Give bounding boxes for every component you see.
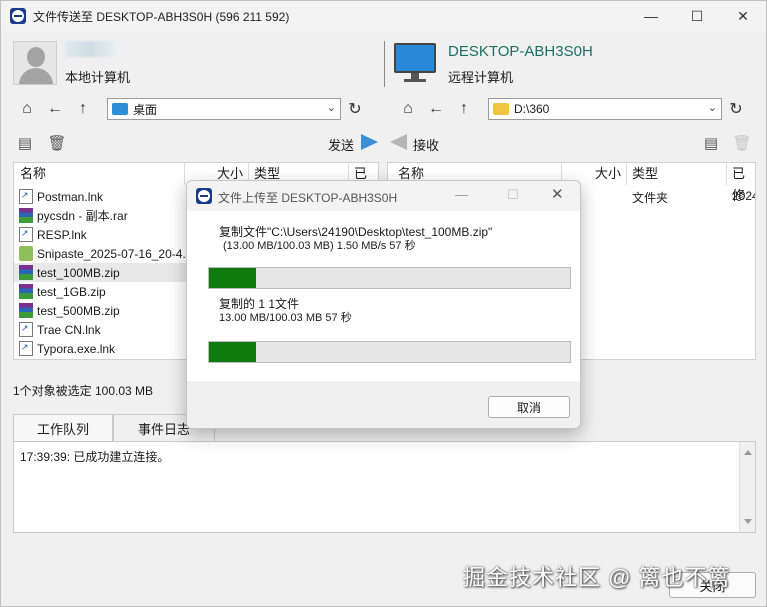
event-log-panel: 17:39:39: 已成功建立连接。: [13, 441, 756, 533]
send-label[interactable]: 发送: [328, 135, 354, 154]
remote-back-icon[interactable]: ←: [422, 97, 450, 121]
remote-path-select[interactable]: D:\360 ⌄: [488, 98, 722, 120]
title-bar: 文件传送至 DESKTOP-ABH3S0H (596 211 592) — ☐ …: [1, 1, 766, 31]
image-file-icon: [19, 246, 33, 261]
chevron-down-icon: ⌄: [707, 102, 717, 114]
tab-work-queue[interactable]: 工作队列: [13, 414, 113, 442]
local-path-text: 桌面: [133, 102, 158, 117]
remote-row-date: 2024: [732, 189, 755, 203]
current-file-stats: (13.00 MB/100.03 MB) 1.50 MB/s 57 秒: [223, 240, 416, 252]
remote-col-type[interactable]: 类型: [632, 163, 658, 185]
remote-home-icon[interactable]: ⌂: [394, 97, 422, 121]
minimize-icon[interactable]: —: [628, 1, 674, 31]
local-name-redacted: [65, 41, 115, 57]
watermark: 掘金技术社区 @ 篱也不篱: [463, 565, 731, 590]
computers-header: 本地计算机 DESKTOP-ABH3S0H 远程计算机: [1, 31, 766, 91]
upload-progress-dialog: 文件上传至 DESKTOP-ABH3S0H — ☐ ✕ 复制文件"C:\User…: [186, 180, 581, 429]
cancel-button[interactable]: 取消: [488, 396, 570, 418]
teamviewer-icon: [196, 188, 212, 204]
remote-col-date[interactable]: 已修: [732, 163, 755, 203]
local-nav-bar: ⌂ ← ↑ 桌面 ⌄ ↻: [13, 95, 369, 123]
local-path-select[interactable]: 桌面 ⌄: [107, 98, 341, 120]
remote-up-icon[interactable]: ↑: [450, 97, 478, 121]
remote-col-size[interactable]: 大小: [595, 163, 621, 185]
rar-archive-icon: [19, 208, 33, 223]
file-progress-bar: [208, 267, 571, 289]
close-icon[interactable]: ✕: [551, 185, 564, 203]
folder-icon: [493, 103, 509, 115]
remote-row-type: 文件夹: [632, 191, 669, 205]
zip-archive-icon: [19, 303, 33, 318]
minimize-icon[interactable]: —: [455, 187, 468, 202]
log-line: 17:39:39: 已成功建立连接。: [20, 450, 170, 464]
maximize-icon: ☐: [507, 187, 519, 202]
zip-archive-icon: [19, 265, 33, 280]
local-user-avatar-icon: [13, 41, 57, 85]
remote-refresh-icon[interactable]: ↻: [722, 97, 750, 121]
log-scrollbar[interactable]: [739, 442, 755, 532]
desktop-folder-icon: [112, 103, 128, 115]
local-computer-label: 本地计算机: [65, 70, 131, 85]
chevron-down-icon: ⌄: [326, 102, 336, 114]
teamviewer-icon: [10, 8, 26, 24]
selection-status: 1个对象被选定 100.03 MB: [13, 384, 154, 398]
receive-label[interactable]: 接收: [413, 135, 439, 154]
dialog-title-bar: 文件上传至 DESKTOP-ABH3S0H — ☐ ✕: [187, 181, 580, 211]
close-icon[interactable]: ✕: [720, 1, 766, 31]
receive-arrow-icon[interactable]: [390, 134, 407, 150]
remote-path-text: D:\360: [514, 102, 550, 116]
shortcut-icon: [19, 189, 33, 204]
local-new-folder-icon[interactable]: ▤: [15, 133, 35, 153]
maximize-icon[interactable]: ☐: [674, 1, 720, 31]
local-home-icon[interactable]: ⌂: [13, 97, 41, 121]
remote-computer-name: DESKTOP-ABH3S0H: [448, 43, 593, 60]
remote-new-folder-icon[interactable]: ▤: [701, 133, 721, 153]
dialog-title: 文件上传至 DESKTOP-ABH3S0H: [218, 191, 398, 205]
header-divider: [384, 41, 385, 87]
local-delete-icon[interactable]: 🗑: [47, 133, 67, 153]
transfer-toolbar: ▤ 🗑 发送 接收 ▤ 🗑: [1, 129, 766, 157]
remote-nav-bar: ⌂ ← ↑ D:\360 ⌄ ↻: [394, 95, 750, 123]
shortcut-icon: [19, 322, 33, 337]
remote-delete-icon[interactable]: 🗑: [732, 133, 752, 153]
local-refresh-icon[interactable]: ↻: [341, 97, 369, 121]
remote-monitor-icon: [394, 43, 436, 83]
dialog-body: 复制文件"C:\Users\24190\Desktop\test_100MB.z…: [187, 211, 580, 381]
local-col-name[interactable]: 名称: [20, 163, 46, 185]
shortcut-icon: [19, 341, 33, 356]
window-title: 文件传送至 DESKTOP-ABH3S0H (596 211 592): [33, 9, 290, 24]
total-progress-bar: [208, 341, 571, 363]
local-up-icon[interactable]: ↑: [69, 97, 97, 121]
zip-archive-icon: [19, 284, 33, 299]
shortcut-icon: [19, 227, 33, 242]
local-back-icon[interactable]: ←: [41, 97, 69, 121]
remote-computer-label: 远程计算机: [448, 70, 514, 85]
total-stats: 13.00 MB/100.03 MB 57 秒: [219, 312, 352, 324]
send-arrow-icon[interactable]: [361, 134, 378, 150]
